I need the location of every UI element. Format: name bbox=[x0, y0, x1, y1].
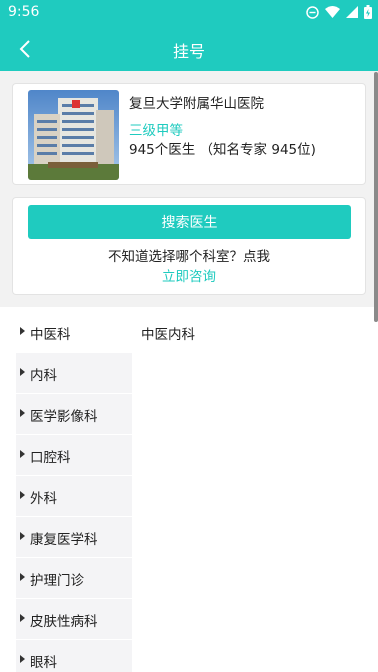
hospital-doctor-count: 945个医生 （知名专家 945位) bbox=[129, 142, 316, 158]
department-label: 外科 bbox=[30, 491, 57, 507]
wifi-icon bbox=[325, 6, 340, 18]
department-item-rehab[interactable]: 康复医学科 bbox=[16, 517, 132, 558]
caret-right-icon bbox=[20, 532, 25, 540]
caret-right-icon bbox=[20, 573, 25, 581]
department-item-imaging[interactable]: 医学影像科 bbox=[16, 394, 132, 435]
caret-right-icon bbox=[20, 450, 25, 458]
department-item-ophthalmology[interactable]: 眼科 bbox=[16, 640, 132, 672]
department-list: 中医科 内科 医学影像科 口腔科 外科 康复医学科 护理门诊 皮肤性病科 眼科 bbox=[16, 312, 132, 672]
caret-right-icon bbox=[20, 368, 25, 376]
search-doctor-button[interactable]: 搜索医生 bbox=[28, 205, 351, 239]
status-time: 9:56 bbox=[8, 4, 40, 20]
do-not-disturb-icon bbox=[306, 5, 319, 19]
page-title: 挂号 bbox=[172, 42, 205, 61]
status-icons bbox=[306, 5, 372, 19]
cell-signal-icon bbox=[346, 6, 358, 18]
caret-right-icon bbox=[20, 614, 25, 622]
department-label: 护理门诊 bbox=[30, 573, 84, 589]
title-bar: 挂号 bbox=[0, 26, 378, 71]
caret-right-icon bbox=[20, 655, 25, 663]
consult-link[interactable]: 立即咨询 bbox=[13, 265, 365, 285]
sub-department-item[interactable]: 中医内科 bbox=[141, 323, 195, 343]
scrollbar[interactable] bbox=[374, 72, 378, 322]
department-label: 医学影像科 bbox=[30, 409, 98, 425]
department-label: 口腔科 bbox=[30, 450, 71, 466]
search-card: 搜索医生 不知道选择哪个科室？点我 立即咨询 bbox=[12, 197, 366, 295]
department-item-zhongyi[interactable]: 中医科 bbox=[16, 312, 132, 353]
battery-icon bbox=[364, 5, 372, 19]
department-item-dermatology[interactable]: 皮肤性病科 bbox=[16, 599, 132, 640]
caret-right-icon bbox=[20, 491, 25, 499]
department-label: 康复医学科 bbox=[30, 532, 98, 548]
department-label: 中医科 bbox=[30, 327, 71, 343]
hospital-level: 三级甲等 bbox=[129, 123, 183, 139]
department-panel: 中医科 内科 医学影像科 口腔科 外科 康复医学科 护理门诊 皮肤性病科 眼科 … bbox=[0, 307, 378, 672]
hospital-card[interactable]: 复旦大学附属华山医院 三级甲等 945个医生 （知名专家 945位) bbox=[12, 83, 366, 185]
department-label: 眼科 bbox=[30, 655, 57, 671]
status-bar: 9:56 bbox=[0, 0, 378, 26]
department-item-surgery[interactable]: 外科 bbox=[16, 476, 132, 517]
hospital-name: 复旦大学附属华山医院 bbox=[129, 96, 264, 112]
department-label: 内科 bbox=[30, 368, 57, 384]
help-text: 不知道选择哪个科室？点我 bbox=[108, 249, 270, 265]
caret-right-icon bbox=[20, 409, 25, 417]
department-item-dental[interactable]: 口腔科 bbox=[16, 435, 132, 476]
hospital-photo bbox=[28, 90, 119, 180]
department-item-nursing[interactable]: 护理门诊 bbox=[16, 558, 132, 599]
caret-right-icon bbox=[20, 327, 25, 335]
department-label: 皮肤性病科 bbox=[30, 614, 98, 630]
department-item-neike[interactable]: 内科 bbox=[16, 353, 132, 394]
